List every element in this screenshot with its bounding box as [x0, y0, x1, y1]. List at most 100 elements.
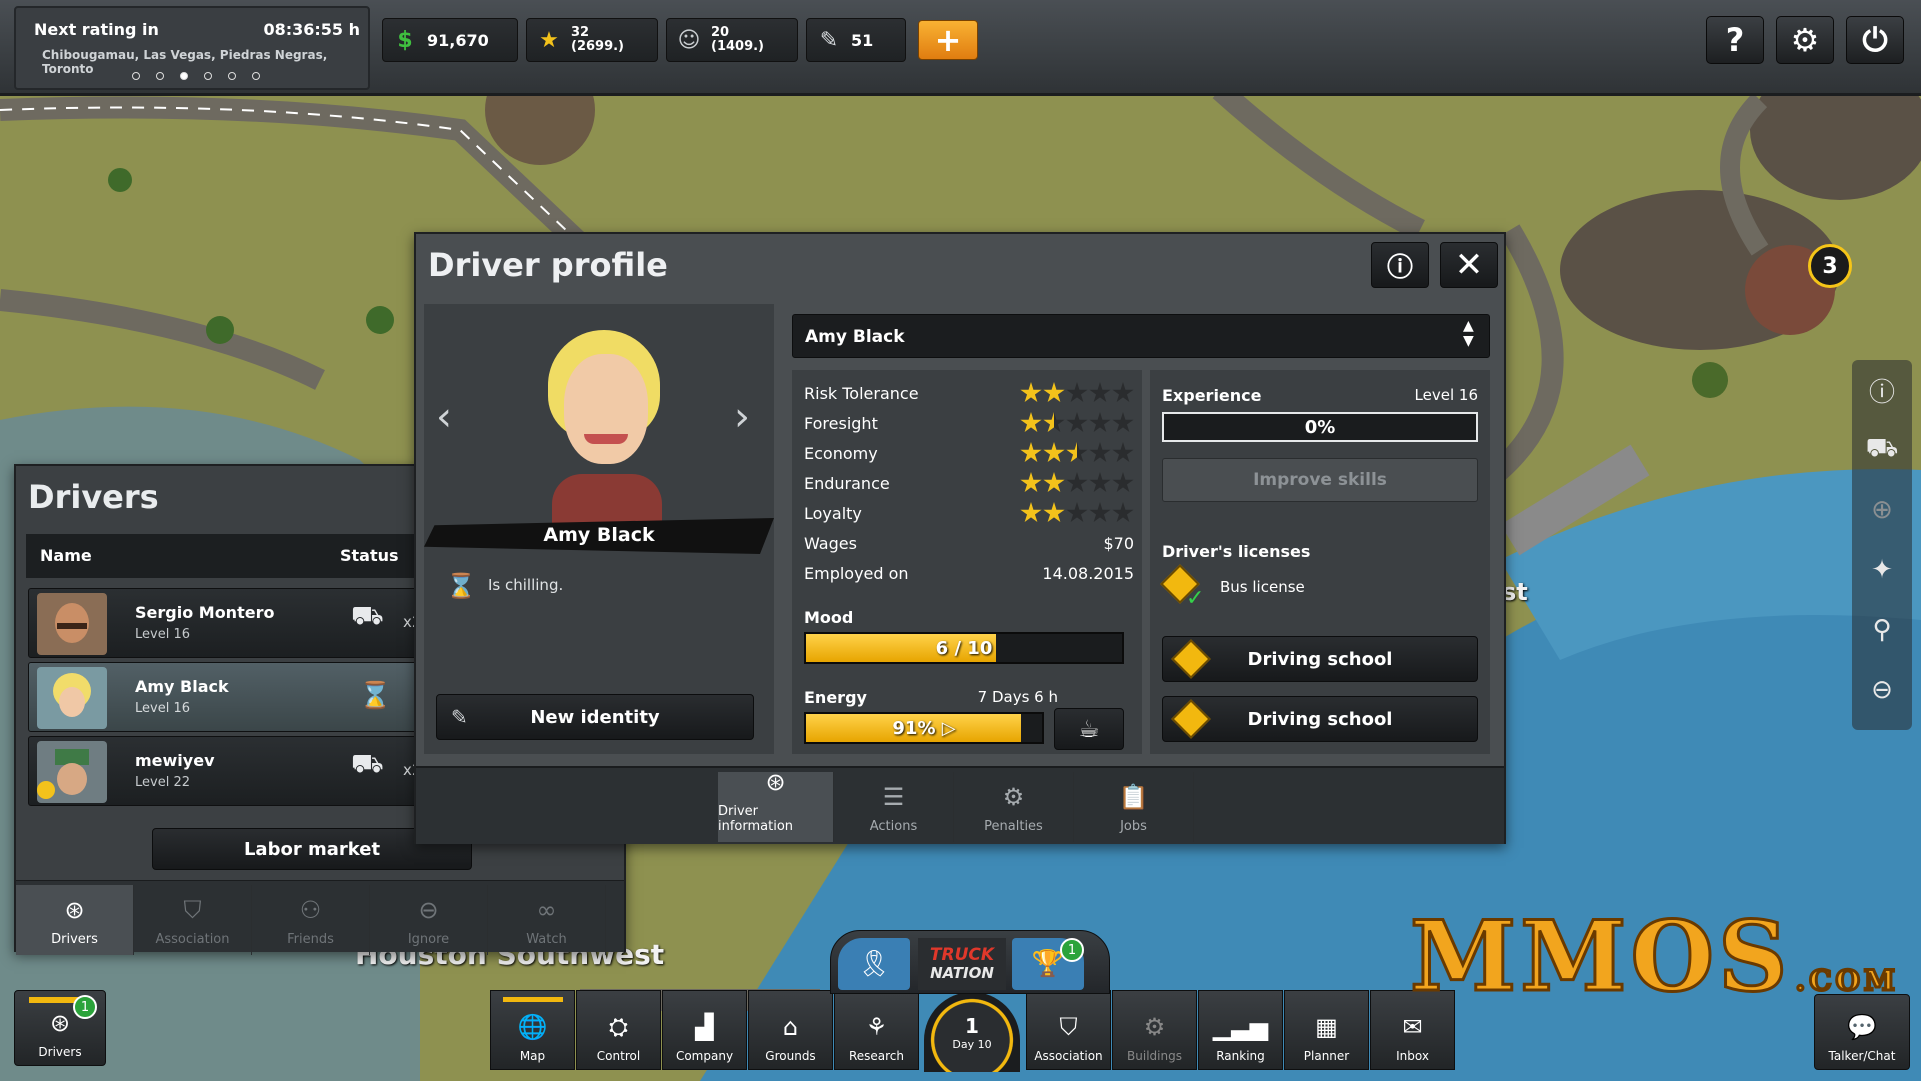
- day-clock[interactable]: 1 Day 10: [924, 992, 1020, 1072]
- tab-ignore[interactable]: ⊖ Ignore: [370, 885, 488, 955]
- pager-dot[interactable]: [180, 72, 188, 80]
- driver-row[interactable]: Sergio Montero Level 16 ⛟ x2.5: [28, 588, 448, 658]
- driving-school-button[interactable]: Driving school: [1162, 636, 1478, 682]
- tab-label: Watch: [526, 932, 567, 947]
- planner-button[interactable]: ▦ Planner: [1284, 990, 1369, 1070]
- control-button[interactable]: ⛭ Control: [576, 990, 661, 1070]
- watermark-logo: MMOS .COM: [1408, 899, 1899, 1015]
- pager-dot[interactable]: [252, 72, 260, 80]
- star-icon: [1066, 502, 1088, 523]
- pager-dot[interactable]: [156, 72, 164, 80]
- dock-label: Planner: [1303, 1049, 1350, 1063]
- star-icon: [1043, 442, 1065, 463]
- driving-school-button-2[interactable]: Driving school: [1162, 696, 1478, 742]
- next-rating-panel[interactable]: Next rating in 08:36:55 h Chibougamau, L…: [14, 6, 370, 90]
- settings-button[interactable]: ⚙: [1776, 16, 1834, 64]
- attribute-label: Loyalty: [804, 503, 862, 523]
- tab-friends[interactable]: ⚇ Friends: [252, 885, 370, 955]
- help-button[interactable]: ?: [1706, 16, 1764, 64]
- driver-row[interactable]: mewiyev Level 22 ⛟ x2.5: [28, 736, 448, 806]
- energy-bar: 91% ▷: [804, 712, 1044, 744]
- improve-skills-button[interactable]: Improve skills: [1162, 458, 1478, 502]
- association-button[interactable]: ⛉ Association: [1026, 990, 1111, 1070]
- mood-value: 6 / 10: [935, 638, 993, 659]
- driver-selector[interactable]: Amy Black ▲ ▼: [792, 314, 1490, 358]
- driver-avatar: [37, 741, 107, 803]
- tab-association[interactable]: ⛉ Association: [134, 885, 252, 955]
- ranking-button[interactable]: ▁▃▅ Ranking: [1198, 990, 1283, 1070]
- day-number: 1: [965, 1013, 979, 1038]
- location-button[interactable]: ⚲: [1858, 606, 1906, 654]
- map-marker-badge[interactable]: 3: [1808, 244, 1852, 288]
- attribute-row: Risk Tolerance: [804, 378, 1134, 408]
- driver-level: Level 16: [135, 627, 190, 642]
- compass-button[interactable]: ✦: [1858, 546, 1906, 594]
- buildings-button[interactable]: ⚙ Buildings: [1112, 990, 1197, 1070]
- badge-count: 1: [1067, 942, 1077, 958]
- pager-dot[interactable]: [228, 72, 236, 80]
- selected-driver-name: Amy Black: [805, 327, 905, 347]
- binoculars-icon: ∞: [536, 896, 557, 924]
- grounds-button[interactable]: ⌂ Grounds: [748, 990, 833, 1070]
- money-value: 91,670: [427, 30, 489, 50]
- people-rank: (1409.): [711, 39, 765, 54]
- hourglass-icon: ⌛: [359, 681, 392, 711]
- logo-text: NATION: [930, 964, 994, 982]
- tab-drivers[interactable]: ⊛ Drivers: [16, 885, 134, 955]
- tab-actions[interactable]: ☰ Actions: [834, 772, 954, 842]
- awards-button[interactable]: 🎗: [838, 938, 910, 990]
- drivers-menu-button[interactable]: 1 ⊛ Drivers: [14, 990, 106, 1066]
- map-button[interactable]: 🌐 Map: [490, 990, 575, 1070]
- stars-rank: (2699.): [571, 39, 625, 54]
- driver-avatar: [37, 593, 107, 655]
- tab-driver-information[interactable]: ⊛ Driver information: [718, 768, 834, 842]
- zoom-out-button[interactable]: ⊖: [1858, 666, 1906, 714]
- steering-wheel-icon: ⊛: [765, 768, 786, 796]
- star-icon: [1020, 382, 1042, 403]
- company-icon: ▟: [695, 1013, 714, 1041]
- driver-row-selected[interactable]: Amy Black Level 16 ⌛: [28, 662, 448, 732]
- experience-bar: 0%: [1162, 412, 1478, 442]
- prev-driver-button[interactable]: ‹: [436, 394, 452, 440]
- profile-info-button[interactable]: ⓘ: [1371, 242, 1429, 288]
- research-button[interactable]: ⚘ Research: [834, 990, 919, 1070]
- star-icon: [1066, 382, 1088, 403]
- attribute-label: Economy: [804, 443, 878, 463]
- star-icon: [1066, 412, 1088, 433]
- pager-dot[interactable]: [204, 72, 212, 80]
- pager-dot[interactable]: [132, 72, 140, 80]
- power-button[interactable]: ⏻: [1846, 16, 1904, 64]
- zoom-in-button[interactable]: ⊕: [1858, 486, 1906, 534]
- ranking-icon: ▁▃▅: [1212, 1013, 1269, 1041]
- attribute-stars: [1020, 442, 1134, 464]
- info-map-button[interactable]: ⓘ: [1858, 366, 1906, 414]
- next-driver-button[interactable]: ›: [734, 394, 750, 440]
- attribute-row: Loyalty: [804, 498, 1134, 528]
- rating-pager[interactable]: [132, 72, 260, 80]
- drivers-badge: 1: [73, 995, 97, 1019]
- wages-value: $70: [1103, 533, 1134, 553]
- rating-label: Next rating in: [34, 20, 159, 39]
- dock-label: Ranking: [1216, 1049, 1265, 1063]
- add-currency-button[interactable]: +: [918, 20, 978, 60]
- gear-icon: ⚙: [1790, 21, 1820, 59]
- truck-view-button[interactable]: ⛟: [1858, 426, 1906, 474]
- tab-penalties[interactable]: ⚙ Penalties: [954, 772, 1074, 842]
- tab-watch[interactable]: ∞ Watch: [488, 885, 606, 955]
- gear-icon: ⚙: [1002, 783, 1025, 811]
- mail-icon: ✉: [1402, 1013, 1423, 1041]
- bottom-dock: 🌐 Map ⛭ Control ▟ Company ⌂ Grounds ⚘ Researc…: [476, 990, 1455, 1072]
- wages-label: Wages: [804, 533, 857, 553]
- attribute-label: Foresight: [804, 413, 878, 433]
- driver-portrait: [514, 324, 684, 534]
- star-icon: [1112, 412, 1134, 433]
- active-indicator: [503, 997, 563, 1002]
- profile-close-button[interactable]: ✕: [1440, 242, 1498, 288]
- info-icon: ⓘ: [1868, 377, 1895, 408]
- coffee-button[interactable]: ☕: [1054, 708, 1124, 750]
- attribute-row: Economy: [804, 438, 1134, 468]
- new-identity-button[interactable]: ✎ New identity: [436, 694, 754, 740]
- company-button[interactable]: ▟ Company: [662, 990, 747, 1070]
- coffee-cup-icon: ☕: [1078, 715, 1100, 743]
- tab-jobs[interactable]: 📋 Jobs: [1074, 772, 1194, 842]
